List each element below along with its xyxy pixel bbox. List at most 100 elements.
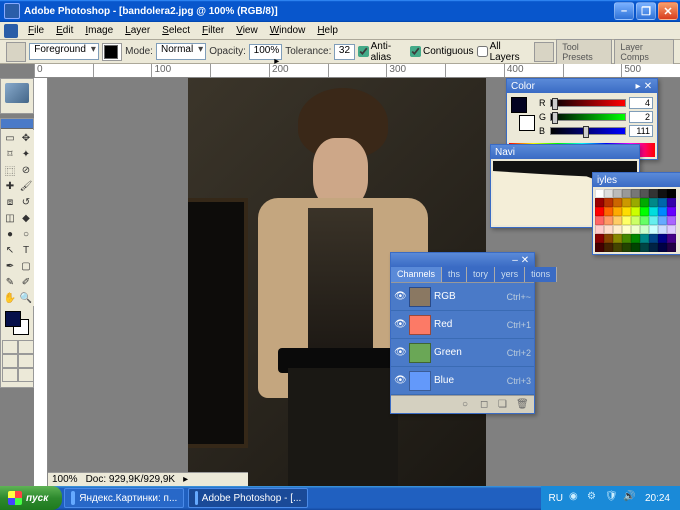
- swatch[interactable]: [667, 216, 676, 225]
- swatch[interactable]: [622, 243, 631, 252]
- swatch[interactable]: [631, 225, 640, 234]
- opacity-input[interactable]: 100% ▸: [249, 44, 282, 60]
- marquee-tool-icon[interactable]: ▭: [2, 130, 18, 146]
- b-value[interactable]: 111: [629, 125, 653, 137]
- swatch[interactable]: [649, 189, 658, 198]
- swatch[interactable]: [649, 225, 658, 234]
- b-slider[interactable]: [550, 127, 626, 135]
- language-indicator[interactable]: RU: [547, 493, 565, 504]
- tab-tory[interactable]: tory: [467, 267, 495, 282]
- type-tool-icon[interactable]: T: [18, 242, 34, 258]
- taskbar-item-browser[interactable]: Яндекс.Картинки: п...: [64, 488, 184, 508]
- swatch[interactable]: [667, 198, 676, 207]
- tray-icon-2[interactable]: ⚙: [587, 491, 601, 505]
- swatch[interactable]: [658, 207, 667, 216]
- visibility-icon[interactable]: 👁: [394, 319, 406, 331]
- close-button[interactable]: ✕: [658, 2, 678, 20]
- swatch[interactable]: [658, 198, 667, 207]
- lasso-tool-icon[interactable]: ⌑: [2, 146, 18, 162]
- swatch-panel-titlebar[interactable]: iyles: [593, 173, 680, 187]
- swatch[interactable]: [640, 207, 649, 216]
- new-channel-icon[interactable]: ❏: [498, 399, 512, 411]
- swatch[interactable]: [658, 189, 667, 198]
- tab-channels[interactable]: Channels: [391, 267, 442, 282]
- swatch[interactable]: [595, 243, 604, 252]
- notes-tool-icon[interactable]: ✎: [2, 274, 18, 290]
- swatch[interactable]: [640, 225, 649, 234]
- visibility-icon[interactable]: 👁: [394, 375, 406, 387]
- visibility-icon[interactable]: 👁: [394, 347, 406, 359]
- r-slider[interactable]: [550, 99, 626, 107]
- swatch[interactable]: [658, 216, 667, 225]
- channels-titlebar[interactable]: – ✕: [391, 253, 534, 267]
- menu-view[interactable]: View: [230, 23, 264, 38]
- swatch[interactable]: [649, 243, 658, 252]
- menu-edit[interactable]: Edit: [50, 23, 79, 38]
- color-chips[interactable]: [3, 309, 31, 337]
- swatch[interactable]: [604, 207, 613, 216]
- palette-toggle-icon[interactable]: [534, 42, 554, 62]
- hand-tool-icon[interactable]: ✋: [2, 290, 18, 306]
- tool-presets-tab[interactable]: Tool Presets: [556, 39, 612, 65]
- menu-help[interactable]: Help: [311, 23, 344, 38]
- path-tool-icon[interactable]: ↖: [2, 242, 18, 258]
- shape-tool-icon[interactable]: ▢: [18, 258, 34, 274]
- swatch[interactable]: [631, 198, 640, 207]
- tray-icon-3[interactable]: 🛡: [605, 491, 619, 505]
- swatch[interactable]: [631, 234, 640, 243]
- crop-tool-icon[interactable]: ⿴: [2, 162, 18, 178]
- tolerance-input[interactable]: 32: [334, 44, 354, 60]
- swatch[interactable]: [640, 234, 649, 243]
- swatch[interactable]: [613, 189, 622, 198]
- slice-tool-icon[interactable]: ⊘: [18, 162, 34, 178]
- color-panel-chips[interactable]: [511, 97, 535, 131]
- dodge-tool-icon[interactable]: ○: [18, 226, 34, 242]
- pen-tool-icon[interactable]: ✒: [2, 258, 18, 274]
- pattern-swatch[interactable]: [102, 43, 122, 61]
- swatch[interactable]: [640, 189, 649, 198]
- swatch[interactable]: [640, 216, 649, 225]
- swatch[interactable]: [604, 243, 613, 252]
- swatch[interactable]: [631, 243, 640, 252]
- eyedropper-tool-icon[interactable]: ✐: [18, 274, 34, 290]
- swatch[interactable]: [595, 225, 604, 234]
- volume-icon[interactable]: 🔊: [623, 491, 637, 505]
- swatch[interactable]: [658, 243, 667, 252]
- swatch[interactable]: [649, 198, 658, 207]
- nav-panel-titlebar[interactable]: Navi: [491, 145, 639, 159]
- load-selection-icon[interactable]: ○: [462, 399, 476, 411]
- menu-select[interactable]: Select: [156, 23, 196, 38]
- color-panel-titlebar[interactable]: Color ▸ ✕: [507, 79, 657, 93]
- swatch[interactable]: [595, 189, 604, 198]
- channel-row-blue[interactable]: 👁BlueCtrl+3: [391, 367, 534, 395]
- menu-image[interactable]: Image: [79, 23, 119, 38]
- swatch[interactable]: [613, 198, 622, 207]
- history-brush-icon[interactable]: ↺: [18, 194, 34, 210]
- tray-icon-1[interactable]: ◉: [569, 491, 583, 505]
- swatch[interactable]: [595, 216, 604, 225]
- eraser-tool-icon[interactable]: ◫: [2, 210, 18, 226]
- panel-menu-icon[interactable]: ▸: [633, 81, 643, 91]
- swatch[interactable]: [595, 234, 604, 243]
- swatch[interactable]: [649, 216, 658, 225]
- foreground-color-chip[interactable]: [5, 311, 21, 327]
- swatch[interactable]: [631, 207, 640, 216]
- channel-row-rgb[interactable]: 👁RGBCtrl+~: [391, 283, 534, 311]
- bg-chip[interactable]: [519, 115, 535, 131]
- minimize-button[interactable]: –: [614, 2, 634, 20]
- screen-mode-2-icon[interactable]: [18, 354, 34, 368]
- tab-ths[interactable]: ths: [442, 267, 467, 282]
- bucket-tool-icon[interactable]: ◆: [18, 210, 34, 226]
- swatch[interactable]: [649, 234, 658, 243]
- screen-mode-3-icon[interactable]: [2, 368, 18, 382]
- move-tool-icon[interactable]: ✥: [18, 130, 34, 146]
- g-slider[interactable]: [550, 113, 626, 121]
- mode-select[interactable]: Normal: [156, 43, 206, 60]
- tab-tions[interactable]: tions: [525, 267, 557, 282]
- swatch[interactable]: [667, 189, 676, 198]
- swatch[interactable]: [622, 189, 631, 198]
- swatch[interactable]: [640, 198, 649, 207]
- status-arrow-icon[interactable]: ▸: [183, 474, 188, 485]
- swatch[interactable]: [613, 243, 622, 252]
- swatch[interactable]: [622, 216, 631, 225]
